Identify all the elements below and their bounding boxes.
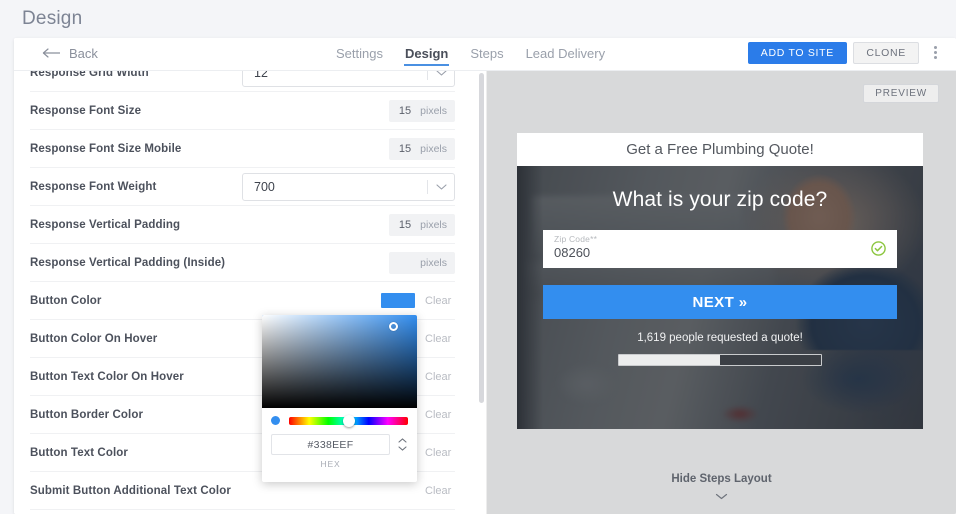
clear-color-link[interactable]: Clear — [425, 485, 455, 497]
setting-row: Button Border Radiuspixels — [30, 510, 455, 514]
setting-pixel-unit: pixels — [420, 143, 447, 155]
hex-value: #338EEF — [308, 439, 354, 451]
zip-code-value: 08260 — [554, 245, 886, 260]
hue-slider-knob[interactable] — [343, 415, 355, 427]
funnel-hero: What is your zip code? Zip Code** 08260 — [517, 166, 923, 429]
clear-color-link[interactable]: Clear — [425, 371, 455, 383]
clear-color-link[interactable]: Clear — [425, 447, 455, 459]
hide-steps-label: Hide Steps Layout — [487, 473, 956, 485]
toolbar: Back Settings Design Steps Lead Delivery… — [14, 38, 956, 71]
social-proof-text: 1,619 people requested a quote! — [543, 332, 897, 344]
setting-label: Button Color — [30, 295, 381, 307]
chevron-down-icon — [487, 487, 956, 505]
setting-label: Response Font Size — [30, 105, 389, 117]
funnel-preview: Get a Free Plumbing Quote! — [517, 133, 923, 429]
hide-steps-layout-toggle[interactable]: Hide Steps Layout — [487, 473, 956, 505]
setting-row: Response Font Size Mobile 15 pixels — [30, 130, 455, 168]
zip-code-field[interactable]: Zip Code** 08260 — [543, 230, 897, 268]
tab-lead-delivery[interactable]: Lead Delivery — [526, 46, 606, 65]
color-picker-popover[interactable]: #338EEF HEX — [262, 315, 417, 482]
setting-pixel-value: 15 — [399, 143, 411, 155]
setting-pixel-unit: pixels — [420, 257, 447, 269]
setting-label: Response Vertical Padding (Inside) — [30, 257, 389, 269]
back-button[interactable]: Back — [42, 46, 98, 61]
setting-color-control: Clear — [381, 483, 455, 498]
clear-color-link[interactable]: Clear — [425, 333, 455, 345]
hex-format-stepper[interactable] — [396, 438, 408, 451]
setting-label: Response Font Size Mobile — [30, 143, 389, 155]
setting-pixel-unit: pixels — [420, 105, 447, 117]
progress-bar-fill — [619, 355, 720, 365]
settings-pane: Response Grid Width12Response Font Size1… — [14, 71, 487, 514]
page-title: Design — [22, 8, 82, 30]
next-button[interactable]: NEXT » — [543, 285, 897, 319]
funnel-header: Get a Free Plumbing Quote! — [517, 133, 923, 166]
setting-select-value: 700 — [243, 180, 427, 194]
setting-row: Response Grid Width12 — [30, 71, 455, 92]
kebab-menu-icon[interactable] — [928, 46, 942, 62]
setting-pixel-input[interactable]: pixels — [389, 252, 455, 274]
hue-slider[interactable] — [289, 417, 408, 425]
step-question: What is your zip code? — [543, 188, 897, 212]
setting-select[interactable]: 700 — [242, 173, 455, 201]
setting-select-value: 12 — [243, 71, 427, 80]
design-card: Back Settings Design Steps Lead Delivery… — [14, 38, 956, 514]
clear-color-link[interactable]: Clear — [425, 409, 455, 421]
setting-row: Response Font Size 15 pixels — [30, 92, 455, 130]
hex-row: #338EEF — [271, 434, 408, 455]
add-to-site-button[interactable]: ADD TO SITE — [748, 42, 847, 64]
setting-row: Response Vertical Padding (Inside) pixels — [30, 244, 455, 282]
setting-pixel-unit: pixels — [420, 219, 447, 231]
settings-scrollbar[interactable] — [479, 73, 484, 403]
chevron-down-icon[interactable] — [428, 71, 454, 76]
setting-row: Response Font Weight700 — [30, 168, 455, 206]
tab-design[interactable]: Design — [405, 46, 448, 65]
preview-pane: PREVIEW Get a Free Plumbing Quote! — [487, 71, 956, 514]
current-color-dot — [271, 416, 280, 425]
setting-label: Response Vertical Padding — [30, 219, 389, 231]
setting-color-control: Clear — [381, 293, 455, 308]
progress-bar — [618, 354, 822, 366]
saturation-value-area[interactable] — [262, 315, 417, 408]
setting-select[interactable]: 12 — [242, 71, 455, 87]
saturation-cursor[interactable] — [389, 322, 398, 331]
hex-input[interactable]: #338EEF — [271, 434, 390, 455]
chevron-down-icon — [436, 184, 447, 190]
app-root: Design Back Settings Design Steps Lead D… — [0, 0, 956, 514]
hex-format-label: HEX — [262, 459, 408, 469]
back-label: Back — [69, 46, 98, 61]
arrow-left-icon — [42, 46, 61, 61]
chevron-up-icon — [398, 438, 407, 443]
setting-label: Submit Button Additional Text Color — [30, 485, 381, 497]
color-picker-controls: #338EEF HEX — [262, 408, 417, 469]
chevron-down-icon[interactable] — [428, 184, 454, 190]
chevron-down-icon — [436, 71, 447, 76]
hue-row — [271, 416, 408, 425]
card-body: Response Grid Width12Response Font Size1… — [14, 71, 956, 514]
setting-label: Response Grid Width — [30, 71, 242, 79]
setting-pixel-input[interactable]: 15 pixels — [389, 138, 455, 160]
tab-bar: Settings Design Steps Lead Delivery — [336, 46, 605, 65]
clear-color-link[interactable]: Clear — [425, 295, 455, 307]
setting-pixel-input[interactable]: 15 pixels — [389, 100, 455, 122]
clone-button[interactable]: CLONE — [853, 42, 919, 64]
hero-content: What is your zip code? Zip Code** 08260 — [517, 166, 923, 429]
chevron-down-icon — [398, 446, 407, 451]
setting-pixel-value: 15 — [399, 105, 411, 117]
setting-row: Response Vertical Padding 15 pixels — [30, 206, 455, 244]
tab-settings[interactable]: Settings — [336, 46, 383, 65]
setting-label: Response Font Weight — [30, 181, 242, 193]
zip-code-label: Zip Code** — [554, 234, 886, 244]
tab-steps[interactable]: Steps — [470, 46, 503, 65]
color-swatch[interactable] — [381, 293, 415, 308]
preview-button[interactable]: PREVIEW — [863, 84, 939, 103]
setting-pixel-input[interactable]: 15 pixels — [389, 214, 455, 236]
setting-pixel-value: 15 — [399, 219, 411, 231]
check-circle-icon — [871, 241, 886, 261]
funnel-title: Get a Free Plumbing Quote! — [626, 141, 814, 158]
color-swatch[interactable] — [381, 483, 415, 498]
